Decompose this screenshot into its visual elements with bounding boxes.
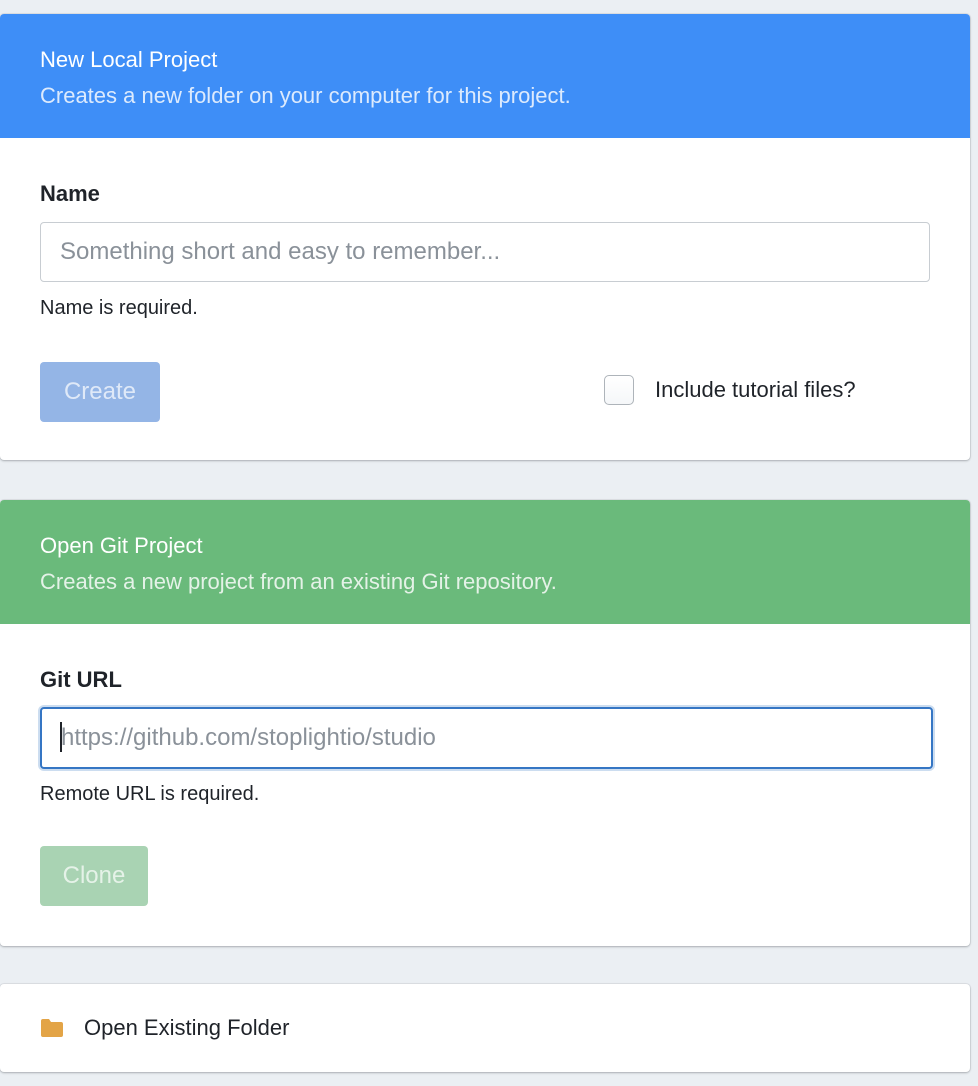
text-caret bbox=[60, 722, 62, 752]
include-tutorial-label: Include tutorial files? bbox=[655, 377, 856, 402]
open-existing-folder-label: Open Existing Folder bbox=[84, 1015, 290, 1040]
clone-button[interactable]: Clone bbox=[40, 846, 148, 906]
create-button[interactable]: Create bbox=[40, 362, 160, 422]
open-git-project-header: Open Git Project Creates a new project f… bbox=[0, 500, 970, 624]
name-label: Name bbox=[40, 181, 100, 206]
open-existing-folder-button[interactable]: Open Existing Folder bbox=[0, 984, 970, 1072]
name-input[interactable] bbox=[40, 222, 930, 282]
open-existing-folder-card[interactable]: Open Existing Folder bbox=[0, 984, 970, 1072]
new-local-project-header: New Local Project Creates a new folder o… bbox=[0, 14, 970, 138]
open-git-project-title: Open Git Project bbox=[40, 533, 203, 558]
new-local-project-title: New Local Project bbox=[40, 47, 218, 72]
include-tutorial-files-option[interactable]: Include tutorial files? bbox=[604, 375, 856, 405]
open-git-project-subtitle: Creates a new project from an existing G… bbox=[40, 569, 557, 594]
new-local-project-subtitle: Creates a new folder on your computer fo… bbox=[40, 83, 571, 108]
name-helper-text: Name is required. bbox=[40, 297, 198, 319]
include-tutorial-checkbox[interactable] bbox=[604, 375, 634, 405]
git-url-input[interactable] bbox=[40, 707, 933, 769]
git-url-label: Git URL bbox=[40, 667, 122, 692]
git-url-helper-text: Remote URL is required. bbox=[40, 783, 260, 805]
folder-icon bbox=[40, 1018, 64, 1038]
